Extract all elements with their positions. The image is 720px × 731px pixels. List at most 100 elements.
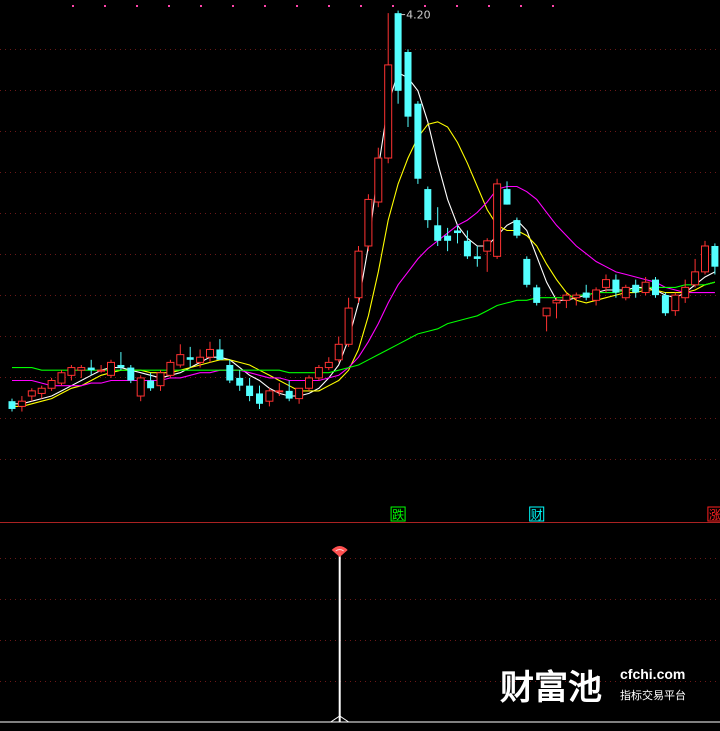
candle-body-up — [334, 343, 343, 361]
fan-shape — [331, 546, 348, 557]
candle-body-down — [117, 364, 125, 368]
candle-body-up — [37, 387, 46, 394]
candle-body-up — [176, 354, 185, 366]
candle-body-up — [562, 294, 571, 301]
peak-annotation: 4.20 — [401, 9, 431, 22]
candle-body-down — [404, 51, 412, 117]
candle — [265, 388, 274, 407]
candle-body-up — [602, 279, 610, 288]
top-tick — [168, 5, 170, 7]
candle-body-up — [701, 245, 709, 273]
candle — [8, 398, 16, 412]
candle-body-down — [533, 287, 541, 303]
candle-body-down — [87, 367, 95, 371]
candle — [256, 385, 263, 409]
candle — [652, 277, 659, 298]
candle-body-up — [314, 367, 323, 379]
candle-body-down — [444, 235, 452, 241]
candle — [226, 359, 234, 384]
candle — [414, 101, 422, 184]
top-tick — [264, 5, 266, 7]
candle — [117, 352, 125, 371]
candle — [404, 49, 412, 127]
candle — [503, 181, 511, 205]
candle-body-down — [434, 225, 442, 241]
candle — [285, 380, 293, 402]
candle-body-down — [216, 349, 224, 360]
candlestick-series — [8, 10, 719, 412]
candle-body-down — [424, 189, 432, 221]
candle-body-up — [621, 286, 630, 299]
candle-body-down — [612, 279, 620, 293]
candle-body-up — [354, 250, 363, 299]
candle — [136, 375, 145, 402]
fan-signal-icon — [331, 546, 348, 557]
candle-body-down — [394, 13, 402, 91]
top-tick — [104, 5, 106, 7]
top-tick — [328, 5, 330, 7]
candle-body-up — [136, 377, 145, 397]
ma-line-1 — [12, 71, 716, 405]
candle — [27, 388, 36, 402]
top-tick — [552, 5, 554, 7]
candle — [57, 370, 66, 386]
candle — [127, 364, 135, 384]
candle-body-down — [414, 103, 422, 179]
candle-body-up — [166, 361, 175, 376]
candle-body-up — [344, 307, 353, 345]
ma-line-4 — [12, 281, 716, 374]
candle — [166, 359, 175, 378]
candle — [77, 364, 86, 378]
candle-body-down — [226, 364, 234, 381]
watermark-brand: 财富池 — [500, 668, 602, 708]
candle — [582, 284, 590, 301]
candle — [691, 258, 700, 288]
candle-body-up — [671, 294, 680, 312]
candle — [186, 346, 194, 368]
candle — [354, 245, 363, 303]
candle — [483, 238, 492, 272]
candle-body-up — [206, 348, 214, 358]
marker-label: 财 — [531, 508, 543, 522]
candle-body-up — [17, 400, 26, 407]
candle-body-down — [8, 401, 16, 409]
candle-body-down — [147, 380, 155, 389]
candle — [305, 375, 313, 391]
marker-label: 跌 — [392, 507, 404, 522]
candle-body-up — [374, 157, 383, 203]
candle-body-up — [275, 390, 284, 393]
candle — [176, 344, 185, 368]
candle — [37, 385, 46, 399]
top-tick — [136, 5, 138, 7]
candle — [542, 307, 551, 332]
candle — [295, 387, 304, 404]
top-tick — [424, 5, 426, 7]
candle — [216, 339, 224, 360]
candle — [562, 292, 571, 309]
candle — [621, 284, 630, 301]
candle-body-down — [711, 245, 719, 267]
candle-body-up — [384, 64, 393, 159]
candle-body-down — [582, 292, 590, 298]
candle — [384, 13, 393, 164]
top-tick — [200, 5, 202, 7]
candle — [493, 178, 502, 259]
candle — [711, 243, 719, 275]
candle — [473, 245, 481, 267]
candle — [156, 370, 165, 391]
candle-body-down — [513, 220, 521, 236]
candle — [107, 359, 115, 378]
candle-body-up — [542, 307, 551, 317]
candle — [552, 297, 561, 319]
candle — [344, 297, 353, 347]
top-tick — [392, 5, 394, 7]
top-tick — [456, 5, 458, 7]
candle — [523, 256, 531, 288]
candle-body-down — [236, 377, 244, 386]
candle-body-down — [463, 240, 471, 257]
candle-body-down — [661, 295, 669, 314]
candle — [374, 147, 383, 208]
candle-body-up — [156, 372, 165, 387]
top-tick — [520, 5, 522, 7]
candle — [681, 279, 690, 303]
